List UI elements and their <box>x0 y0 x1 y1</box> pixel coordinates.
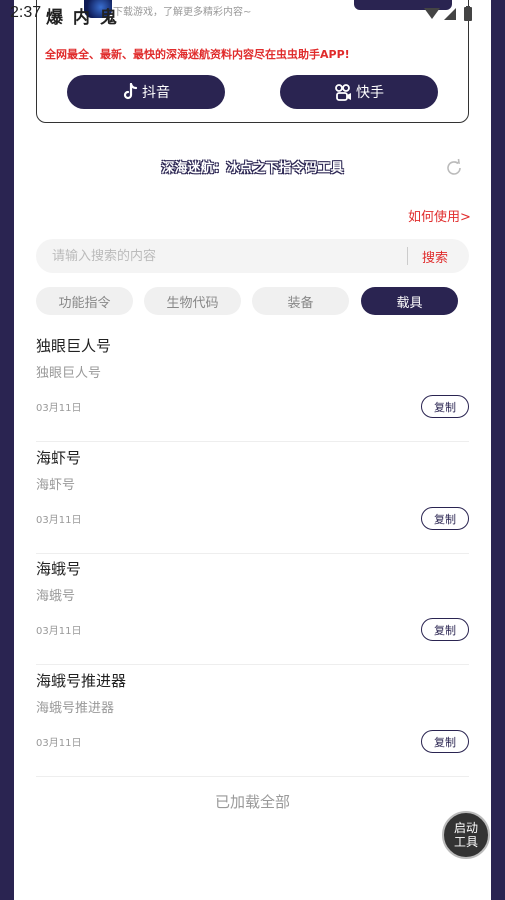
douyin-button[interactable]: 抖音 <box>67 75 225 109</box>
item-title: 独眼巨人号 <box>36 337 112 355</box>
battery-icon <box>464 7 472 21</box>
item-date: 03月11日 <box>36 515 82 526</box>
list-item: 海蛾号推进器 海蛾号推进器 03月11日 复制 <box>36 666 469 777</box>
status-app-label: 爆 内 鬼 <box>46 8 119 28</box>
item-date: 03月11日 <box>36 403 82 414</box>
item-title: 海虾号 <box>36 449 82 467</box>
tab-vehicles[interactable]: 载具 <box>361 287 458 315</box>
douyin-label: 抖音 <box>142 85 170 101</box>
item-title: 海蛾号 <box>36 560 82 578</box>
kuaishou-label: 快手 <box>356 85 384 101</box>
signal-icon <box>444 8 456 20</box>
promo-text: 全网最全、最新、最快的深海迷航资料内容尽在虫虫助手APP! <box>45 48 350 61</box>
how-to-use-link[interactable]: 如何使用> <box>408 206 471 225</box>
copy-button[interactable]: 复制 <box>421 507 469 530</box>
search-bar: 搜索 <box>36 239 469 273</box>
wifi-icon <box>424 8 440 19</box>
search-divider <box>407 247 408 265</box>
list-item: 独眼巨人号 独眼巨人号 03月11日 复制 <box>36 331 469 442</box>
status-bar: 2:37 爆 内 鬼 <box>0 0 505 28</box>
kuaishou-icon <box>335 84 351 101</box>
item-subtitle: 海虾号 <box>36 478 76 493</box>
copy-button[interactable]: 复制 <box>421 730 469 753</box>
status-icons <box>424 6 472 21</box>
list-item: 海虾号 海虾号 03月11日 复制 <box>36 443 469 554</box>
item-subtitle: 独眼巨人号 <box>36 366 102 381</box>
kuaishou-button[interactable]: 快手 <box>280 75 438 109</box>
douyin-icon <box>123 83 138 100</box>
item-subtitle: 海蛾号推进器 <box>36 701 115 716</box>
item-title: 海蛾号推进器 <box>36 672 127 690</box>
status-time: 2:37 <box>10 4 42 21</box>
list-item: 海蛾号 海蛾号 03月11日 复制 <box>36 554 469 665</box>
item-date: 03月11日 <box>36 626 82 637</box>
launch-tool-button[interactable]: 启动工具 <box>442 811 490 859</box>
search-input[interactable] <box>52 239 402 273</box>
tab-creature-codes[interactable]: 生物代码 <box>144 287 241 315</box>
refresh-icon[interactable] <box>444 158 464 178</box>
item-date: 03月11日 <box>36 738 82 749</box>
tab-function-commands[interactable]: 功能指令 <box>36 287 133 315</box>
page-title: 深海迷航：冰点之下指令码工具 <box>161 161 344 176</box>
item-subtitle: 海蛾号 <box>36 589 76 604</box>
copy-button[interactable]: 复制 <box>421 395 469 418</box>
loaded-all-text: 已加载全部 <box>214 793 290 811</box>
copy-button[interactable]: 复制 <box>421 618 469 641</box>
search-button[interactable]: 搜索 <box>422 247 448 266</box>
tab-equipment[interactable]: 装备 <box>252 287 349 315</box>
launch-tool-label: 启动工具 <box>453 821 478 849</box>
